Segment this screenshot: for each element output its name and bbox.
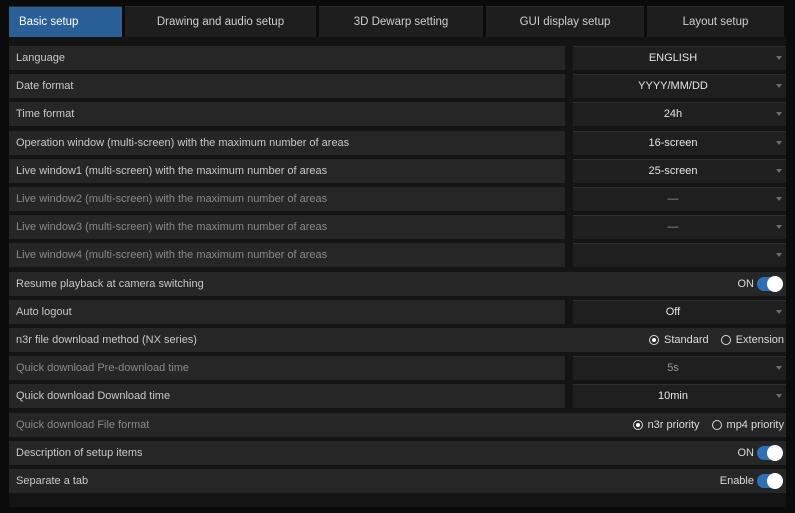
setting-label: Live window2 (multi-screen) with the max…	[9, 187, 565, 211]
setting-row: Live window3 (multi-screen) with the max…	[9, 215, 786, 239]
setting-label: Quick download Pre-download time	[9, 356, 565, 380]
setting-label: Description of setup items	[9, 441, 786, 465]
chevron-down-icon	[776, 141, 782, 145]
setting-label: Live window4 (multi-screen) with the max…	[9, 243, 565, 267]
tab-bar: Basic setup Drawing and audio setup 3D D…	[9, 6, 786, 37]
setting-row: Language ENGLISH	[9, 46, 786, 70]
radio-button-icon[interactable]	[632, 420, 643, 430]
radio-option[interactable]: Extension	[720, 334, 784, 346]
chevron-down-icon	[776, 253, 782, 257]
toggle-switch[interactable]	[757, 276, 783, 292]
setting-label: Live window1 (multi-screen) with the max…	[9, 159, 565, 183]
setting-row: Separate a tab Enable	[9, 469, 786, 493]
setting-toggle[interactable]: ON	[737, 443, 783, 463]
setting-dropdown[interactable]: —	[573, 187, 786, 211]
tab-3d-dewarp-setting[interactable]: 3D Dewarp setting	[319, 6, 483, 37]
setting-label: Date format	[9, 74, 565, 98]
setting-label: Separate a tab	[9, 469, 786, 493]
settings-window: Basic setup Drawing and audio setup 3D D…	[9, 6, 786, 507]
setting-label: Time format	[9, 102, 565, 126]
setting-label: Auto logout	[9, 300, 565, 324]
toggle-state-label: ON	[737, 447, 755, 459]
chevron-down-icon	[776, 394, 782, 398]
chevron-down-icon	[776, 84, 782, 88]
chevron-down-icon	[776, 366, 782, 370]
radio-label: mp4 priority	[726, 419, 784, 431]
setting-row: Quick download Pre-download time 5s	[9, 356, 786, 380]
setting-dropdown[interactable]: 5s	[573, 356, 786, 380]
dropdown-value: 25-screen	[648, 165, 698, 177]
setting-toggle[interactable]: ON	[737, 274, 783, 294]
setting-label: Resume playback at camera switching	[9, 272, 786, 296]
chevron-down-icon	[776, 310, 782, 314]
toggle-switch[interactable]	[757, 445, 783, 461]
setting-row: Resume playback at camera switching ON	[9, 272, 786, 296]
chevron-down-icon	[776, 56, 782, 60]
dropdown-value: 10min	[658, 390, 688, 402]
dropdown-value	[573, 244, 773, 268]
setting-dropdown[interactable]: —	[573, 215, 786, 239]
dropdown-value: —	[667, 221, 679, 233]
chevron-down-icon	[776, 197, 782, 201]
setting-row: Auto logout Off	[9, 300, 786, 324]
radio-option[interactable]: n3r priority	[632, 419, 700, 431]
setting-dropdown[interactable]: 16-screen	[573, 131, 786, 155]
radio-label: Extension	[735, 334, 784, 346]
chevron-down-icon	[776, 112, 782, 116]
radio-label: n3r priority	[647, 419, 700, 431]
setting-row: Description of setup items ON	[9, 441, 786, 465]
setting-row: Time format 24h	[9, 102, 786, 126]
setting-dropdown[interactable]: 25-screen	[573, 159, 786, 183]
dropdown-value: 24h	[663, 108, 683, 120]
toggle-state-label: Enable	[719, 475, 754, 487]
setting-label: Quick download Download time	[9, 384, 565, 408]
radio-label: Standard	[664, 334, 709, 346]
setting-row: n3r file download method (NX series) Stan…	[9, 328, 786, 352]
setting-label: Language	[9, 46, 565, 70]
dropdown-value: ENGLISH	[648, 52, 698, 64]
radio-button-icon[interactable]	[711, 420, 722, 430]
dropdown-value: 5s	[667, 362, 679, 374]
setting-dropdown[interactable]: 24h	[573, 102, 786, 126]
chevron-down-icon	[776, 169, 782, 173]
setting-row: Live window1 (multi-screen) with the max…	[9, 159, 786, 183]
setting-row: Operation window (multi-screen) with the…	[9, 131, 786, 155]
setting-label: Live window3 (multi-screen) with the max…	[9, 215, 565, 239]
setting-dropdown[interactable]	[573, 243, 786, 267]
toggle-knob	[767, 473, 783, 489]
radio-button-icon[interactable]	[720, 335, 731, 345]
setting-label: Operation window (multi-screen) with the…	[9, 131, 565, 155]
toggle-knob	[767, 445, 783, 461]
setting-dropdown[interactable]: 10min	[573, 384, 786, 408]
toggle-knob	[767, 276, 783, 292]
dropdown-value: YYYY/MM/DD	[638, 80, 708, 92]
radio-option[interactable]: Standard	[649, 334, 709, 346]
chevron-down-icon	[776, 225, 782, 229]
dropdown-value: 16-screen	[648, 137, 698, 149]
setting-dropdown[interactable]: ENGLISH	[573, 46, 786, 70]
toggle-switch[interactable]	[757, 473, 783, 489]
tab-drawing-audio-setup[interactable]: Drawing and audio setup	[125, 6, 316, 37]
dropdown-value: Off	[665, 306, 681, 318]
radio-group: n3r priority mp4 priority	[632, 413, 784, 437]
setting-row: Quick download Download time 10min	[9, 384, 786, 408]
setting-dropdown[interactable]: Off	[573, 300, 786, 324]
setting-row: Live window4 (multi-screen) with the max…	[9, 243, 786, 267]
dropdown-value: —	[667, 193, 679, 205]
setting-row: Live window2 (multi-screen) with the max…	[9, 187, 786, 211]
setting-row: Date format YYYY/MM/DD	[9, 74, 786, 98]
setting-toggle[interactable]: Enable	[720, 471, 783, 491]
setting-row: Quick download File format n3r priority mp…	[9, 413, 786, 437]
setting-dropdown[interactable]: YYYY/MM/DD	[573, 74, 786, 98]
radio-group: Standard Extension	[649, 328, 784, 352]
toggle-state-label: ON	[737, 278, 755, 290]
tab-basic-setup[interactable]: Basic setup	[9, 6, 122, 37]
tab-gui-display-setup[interactable]: GUI display setup	[486, 6, 644, 37]
radio-option[interactable]: mp4 priority	[711, 419, 784, 431]
tab-layout-setup[interactable]: Layout setup	[647, 6, 784, 37]
radio-button-icon[interactable]	[649, 335, 660, 345]
